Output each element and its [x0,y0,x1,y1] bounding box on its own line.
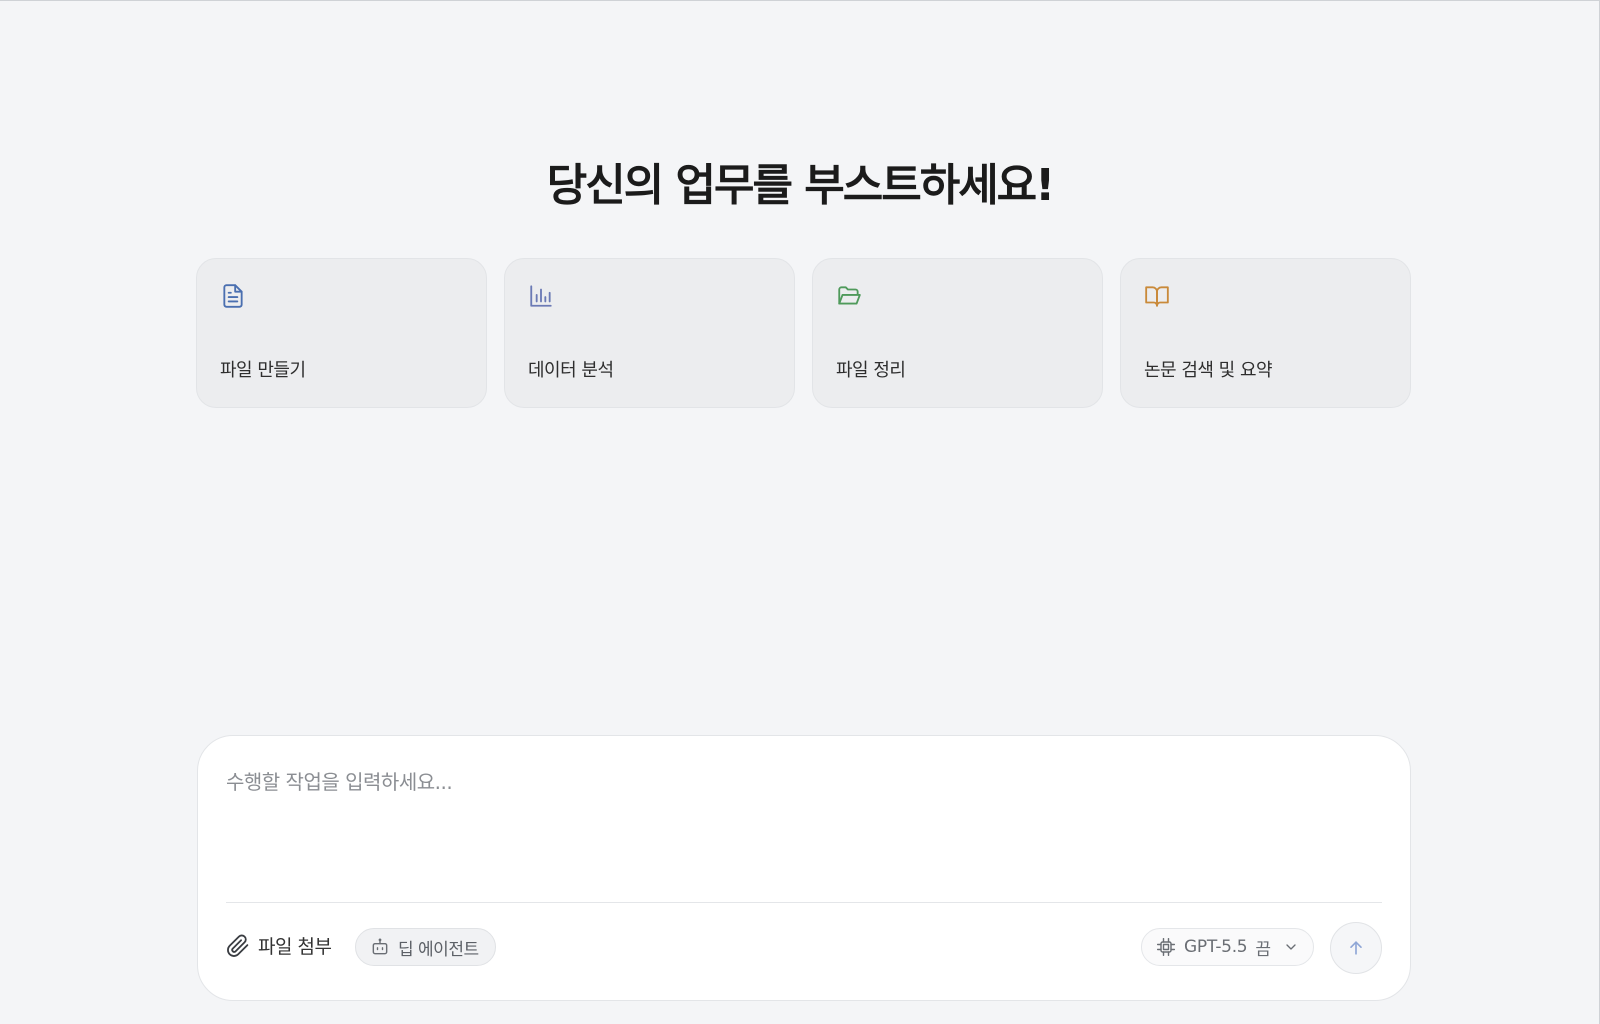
page-title: 당신의 업무를 부스트하세요! [546,160,1055,211]
card-label: 논문 검색 및 요약 [1144,360,1273,381]
quick-action-cards: 파일 만들기 데이터 분석 파일 정리 논문 검색 및 요약 [196,258,1411,408]
paperclip-icon [227,934,249,957]
file-text-icon [223,284,243,308]
agent-label: 딥 에이전트 [398,939,479,960]
app-window: 당신의 업무를 부스트하세요! 파일 만들기 데이터 분석 파일 정리 논문 검… [0,0,1600,1024]
card-data-analysis[interactable]: 데이터 분석 [504,258,795,408]
card-label: 파일 만들기 [220,360,306,381]
model-mode: 끔 [1255,939,1271,960]
card-create-file[interactable]: 파일 만들기 [196,258,487,408]
task-composer: 파일 첨부 딥 에이전트 GPT-5.5 끔 [197,735,1411,1001]
divider [226,902,1382,903]
bar-chart-icon [530,285,552,307]
arrow-up-icon [1350,941,1362,955]
card-paper-search[interactable]: 논문 검색 및 요약 [1120,258,1411,408]
chevron-down-icon [1286,944,1296,950]
model-selector[interactable]: GPT-5.5 끔 [1141,928,1314,966]
cpu-chip-icon [1156,937,1176,957]
robot-icon [372,938,388,955]
book-open-icon [1145,286,1169,307]
card-label: 파일 정리 [836,360,906,381]
card-organize-files[interactable]: 파일 정리 [812,258,1103,408]
folder-open-icon [838,286,861,305]
task-input[interactable] [226,766,1376,886]
model-name: GPT-5.5 [1184,937,1248,957]
deep-agent-toggle[interactable]: 딥 에이전트 [355,928,496,966]
attach-file-button[interactable]: 파일 첨부 [226,932,332,959]
card-label: 데이터 분석 [528,360,614,381]
attach-label: 파일 첨부 [258,936,332,958]
send-button[interactable] [1330,922,1382,974]
